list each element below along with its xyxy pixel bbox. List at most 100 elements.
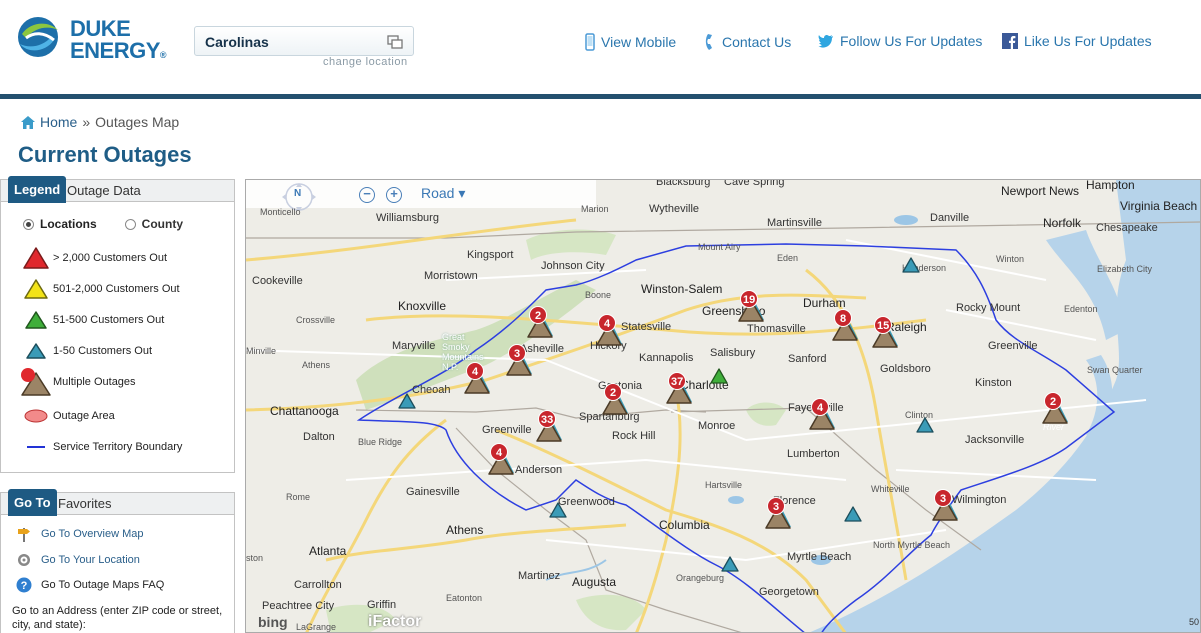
radio-locations-circle[interactable] [23,218,34,230]
multiple-outage-marker[interactable]: 4 [807,398,837,432]
outage-marker-blue[interactable] [843,505,863,523]
twitter-link[interactable]: Follow Us For Updates [818,33,982,49]
multiple-outage-marker[interactable]: 2 [600,383,630,417]
map-label-eatonton: Eatonton [446,593,483,603]
map-label-greenville-sc: Greenville [482,424,532,436]
goto-location-link[interactable]: Go To Your Location [15,551,140,569]
map-label-griffin: Griffin [367,599,397,611]
legend-item-51-500: 51-500 Customers Out [19,306,164,334]
breadcrumb: Home » Outages Map [21,114,179,130]
tab-favorites[interactable]: Favorites [58,496,111,511]
map-label-north-myrtle: North Myrtle Beach [873,540,951,550]
radio-locations-label: Locations [40,217,97,231]
map-style-dropdown[interactable]: Road ▾ [421,185,465,202]
facebook-link[interactable]: Like Us For Updates [1002,33,1152,49]
map-label-myrtle-beach: Myrtle Beach [787,551,852,563]
outage-marker-green[interactable] [709,367,729,385]
map-label-durham: Durham [803,296,846,310]
map-label-winton: Winton [996,254,1025,264]
legend-item-over-2000: > 2,000 Customers Out [19,244,167,272]
change-location-link[interactable]: change location [323,56,408,68]
multiple-outage-marker[interactable]: 3 [504,344,534,378]
location-selector[interactable]: Carolinas [194,26,414,56]
logo-line-2: ENERGY [70,38,160,63]
marker-count: 4 [466,362,484,380]
outage-marker-blue[interactable] [901,256,921,274]
map-label-monroe: Monroe [698,420,736,432]
legend-label-multiple: Multiple Outages [53,376,136,388]
multiple-outage-marker[interactable]: 4 [594,314,624,348]
marker-count: 3 [508,344,526,362]
compass-north-label: N [294,188,302,199]
map-label-orangeburg: Orangeburg [676,573,725,583]
contact-us-label: Contact Us [722,34,792,50]
radio-county[interactable]: County [124,217,183,231]
legend-tabs: Legend Outage Data [1,176,234,203]
zoom-in-button[interactable]: + [386,187,402,203]
twitter-label: Follow Us For Updates [840,33,983,49]
multiple-outage-marker[interactable]: 19 [736,290,766,324]
map-label-greenville-nc: Greenville [988,340,1038,352]
map-label-cave-spring: Cave Spring [724,179,785,188]
radio-locations[interactable]: Locations [23,217,97,231]
map-label-athens-ga: Athens [446,523,484,537]
multiple-outage-marker[interactable]: 2 [1040,392,1070,426]
multiple-outage-marker[interactable]: 3 [763,497,793,531]
svg-text:?: ? [21,580,28,592]
blue-triangle-icon [26,343,46,359]
green-triangle-icon [25,311,47,329]
outage-marker-blue[interactable] [720,555,740,573]
breadcrumb-home-link[interactable]: Home [40,114,77,130]
map-label-thomasville: Thomasville [747,323,806,335]
outage-marker-blue[interactable] [548,501,568,519]
home-icon [21,115,35,129]
tab-legend[interactable]: Legend [8,176,67,203]
goto-location-label: Go To Your Location [41,554,140,566]
multiple-outage-marker[interactable]: 4 [486,443,516,477]
goto-overview-label: Go To Overview Map [41,528,144,540]
map-label-augusta: Augusta [572,575,617,589]
multiple-outage-marker[interactable]: 8 [830,309,860,343]
multiple-outage-marker[interactable]: 15 [870,316,900,350]
marker-count: 8 [834,309,852,327]
radio-county-circle[interactable] [124,218,136,230]
map-label-hampton: Hampton [1086,179,1135,192]
tab-goto[interactable]: Go To [8,489,57,516]
view-mobile-link[interactable]: View Mobile [585,33,676,51]
boundary-line-icon [27,446,45,448]
map-label-peachtree: Peachtree City [262,600,335,612]
map-label-lumberton: Lumberton [787,448,840,460]
outage-map[interactable]: N − + Road ▾ Blacksburg Cave Spring Mont… [245,179,1201,633]
map-label-minville: Minville [246,346,277,356]
map-label-lagrange: LaGrange [296,622,337,632]
legend-item-boundary: Service Territory Boundary [19,433,182,461]
zoom-out-button[interactable]: − [359,187,375,203]
duke-energy-logo[interactable]: DUKE ENERGY® [16,12,181,68]
help-question-icon: ? [16,577,32,593]
map-label-gainesville: Gainesville [406,486,460,498]
legend-label-501-2000: 501-2,000 Customers Out [53,283,180,295]
multiple-outage-marker[interactable]: 4 [462,362,492,396]
goto-overview-link[interactable]: Go To Overview Map [15,525,144,543]
multiple-outage-marker[interactable]: 3 [930,489,960,523]
map-label-chattanooga: Chattanooga [270,404,339,418]
multiple-outage-marker[interactable]: 37 [664,372,694,406]
tab-outage-data[interactable]: Outage Data [67,183,141,198]
goto-faq-link[interactable]: ? Go To Outage Maps FAQ [15,576,164,594]
outage-marker-blue[interactable] [915,416,935,434]
map-label-monticello: Monticello [260,207,301,217]
map-label-eden: Eden [777,253,799,263]
map-label-atlanta: Atlanta [309,544,347,558]
legend-panel: Legend Outage Data Locations County > 2,… [0,176,235,473]
map-label-statesville: Statesville [621,321,672,333]
multiple-outage-marker[interactable]: 33 [534,410,564,444]
outage-marker-blue[interactable] [397,392,417,410]
map-label-norfolk: Norfolk [1043,216,1082,230]
map-label-kinston: Kinston [975,377,1012,389]
header-divider-bar [0,94,1201,99]
contact-us-link[interactable]: Contact Us [704,33,791,51]
multiple-outage-marker[interactable]: 2 [525,306,555,340]
map-label-danville: Danville [930,212,970,224]
map-label-blue-ridge: Blue Ridge [358,437,403,447]
legend-label-1-50: 1-50 Customers Out [53,345,153,357]
